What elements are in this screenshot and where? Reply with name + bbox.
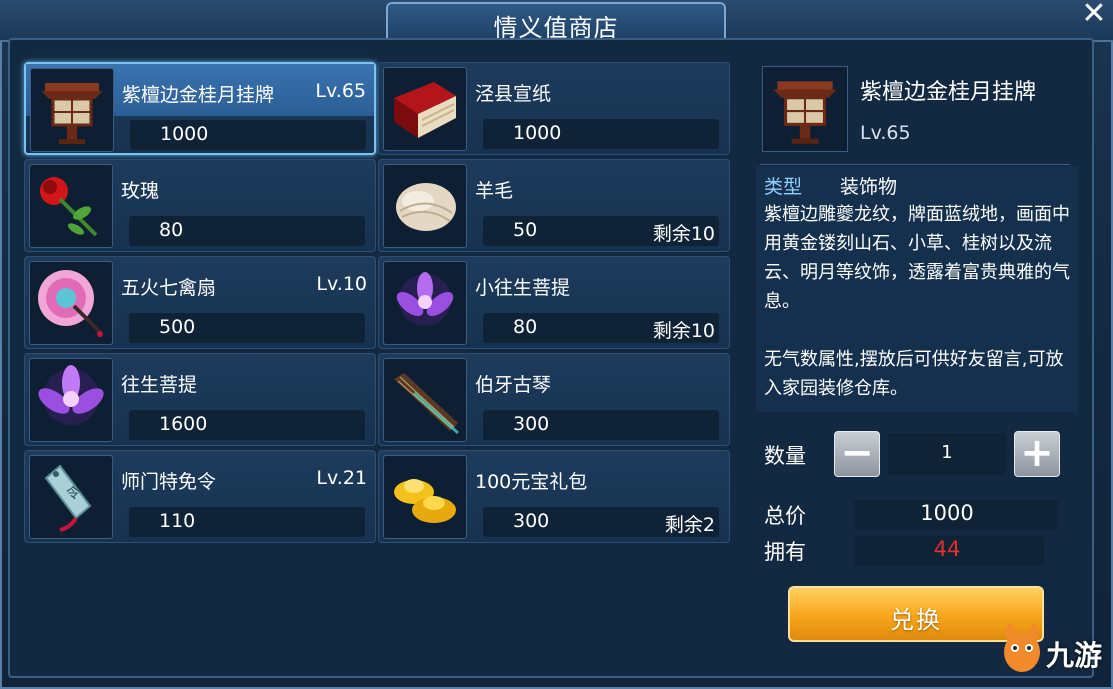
price-bar: 50 剩余10 — [483, 216, 719, 246]
description-extra-text: 无气数属性,摆放后可供好友留言,可放入家园装修仓库。 — [764, 349, 1064, 399]
purple-flower-icon — [29, 358, 113, 442]
price-bar: 80 — [129, 216, 365, 246]
total-price-label: 总价 — [764, 504, 806, 528]
price-bar: 300 — [483, 410, 719, 440]
item-name: 紫檀边金桂月挂牌 — [122, 84, 275, 106]
lantern-plaque-icon — [762, 66, 848, 152]
item-name: 五火七禽扇 — [121, 277, 217, 299]
svg-text:令: 令 — [66, 486, 80, 502]
increase-quantity-button[interactable]: + — [1014, 431, 1060, 477]
item-name: 100元宝礼包 — [475, 471, 588, 493]
price-bar: 300 剩余2 — [483, 507, 719, 537]
item-price: 300 — [513, 510, 550, 532]
item-name: 小往生菩提 — [475, 277, 571, 299]
owned-label: 拥有 — [764, 540, 806, 564]
item-price: 1000 — [160, 123, 209, 145]
shop-item[interactable]: 往生菩提 1600 — [24, 353, 376, 446]
quantity-value: 1 — [941, 442, 953, 463]
divider — [760, 164, 1070, 165]
item-name: 羊毛 — [475, 180, 514, 202]
price-bar: 110 — [129, 507, 365, 537]
owned-field: 44 — [854, 536, 1044, 566]
price-bar: 1000 — [483, 119, 719, 149]
shop-item[interactable]: 泾县宣纸 1000 — [378, 62, 730, 155]
item-price: 500 — [159, 316, 196, 338]
total-price-field: 1000 — [854, 500, 1058, 530]
shop-item[interactable]: 玫瑰 80 — [24, 159, 376, 252]
shop-item[interactable]: 100元宝礼包 300 剩余2 — [378, 450, 730, 543]
item-description: 紫檀边雕夔龙纹，牌面蓝绒地，画面中用黄金镂刻山石、小草、桂树以及流云、明月等纹饰… — [764, 200, 1070, 403]
shop-item[interactable]: 小往生菩提 80 剩余10 — [378, 256, 730, 349]
type-value: 装饰物 — [840, 176, 898, 198]
item-name: 往生菩提 — [121, 374, 198, 396]
item-level: Lv.65 — [315, 80, 366, 102]
owned-value: 44 — [933, 537, 961, 561]
item-remaining: 剩余10 — [652, 223, 715, 245]
item-price: 80 — [159, 219, 184, 241]
item-name: 伯牙古琴 — [475, 374, 552, 396]
item-price: 80 — [513, 316, 538, 338]
item-price: 1600 — [159, 413, 208, 435]
shop-item[interactable]: 羊毛 50 剩余10 — [378, 159, 730, 252]
close-icon[interactable]: ✕ — [1078, 0, 1110, 32]
quantity-field[interactable]: 1 — [888, 433, 1006, 475]
price-bar: 1000 — [130, 120, 366, 150]
item-price: 1000 — [513, 122, 562, 144]
item-name: 泾县宣纸 — [475, 83, 552, 105]
wool-icon — [383, 164, 467, 248]
watermark: 九游 — [1000, 624, 1108, 680]
price-bar: 80 剩余10 — [483, 313, 719, 343]
description-text: 紫檀边雕夔龙纹，牌面蓝绒地，画面中用黄金镂刻山石、小草、桂树以及流云、明月等纹饰… — [764, 204, 1070, 312]
shop-item[interactable]: 令 师门特免令 Lv.21 110 — [24, 450, 376, 543]
item-remaining: 剩余10 — [652, 320, 715, 342]
paper-box-icon — [383, 67, 467, 151]
price-bar: 1600 — [129, 410, 365, 440]
item-price: 110 — [159, 510, 196, 532]
item-level: Lv.10 — [316, 273, 367, 295]
item-level: Lv.21 — [316, 467, 367, 489]
item-price: 300 — [513, 413, 550, 435]
watermark-text: 九游 — [1046, 639, 1103, 672]
item-name: 师门特免令 — [121, 471, 217, 493]
purple-flower-icon — [383, 261, 467, 345]
decrease-quantity-button[interactable]: − — [834, 431, 880, 477]
feather-fan-icon — [29, 261, 113, 345]
detail-item-level: Lv.65 — [860, 122, 911, 144]
guqin-icon — [383, 358, 467, 442]
item-name: 玫瑰 — [121, 180, 160, 202]
item-detail-panel: 紫檀边金桂月挂牌 Lv.65 类型 装饰物 紫檀边雕夔龙纹，牌面蓝绒地，画面中用… — [744, 52, 1084, 412]
rose-icon — [29, 164, 113, 248]
quantity-label: 数量 — [764, 444, 806, 468]
description-box: 类型 装饰物 紫檀边雕夔龙纹，牌面蓝绒地，画面中用黄金镂刻山石、小草、桂树以及流… — [756, 166, 1078, 412]
shop-item[interactable]: 伯牙古琴 300 — [378, 353, 730, 446]
type-label: 类型 — [764, 176, 803, 198]
price-bar: 500 — [129, 313, 365, 343]
detail-item-name: 紫檀边金桂月挂牌 — [860, 80, 1037, 105]
shop-item[interactable]: 五火七禽扇 Lv.10 500 — [24, 256, 376, 349]
shop-item[interactable]: 紫檀边金桂月挂牌 Lv.65 1000 — [24, 62, 376, 155]
mascot-logo-icon — [1004, 624, 1040, 672]
item-price: 50 — [513, 219, 538, 241]
lantern-plaque-icon — [30, 68, 114, 152]
total-price-value: 1000 — [920, 501, 974, 525]
gold-ingot-icon — [383, 455, 467, 539]
item-remaining: 剩余2 — [664, 514, 715, 536]
token-tag-icon: 令 — [29, 455, 113, 539]
